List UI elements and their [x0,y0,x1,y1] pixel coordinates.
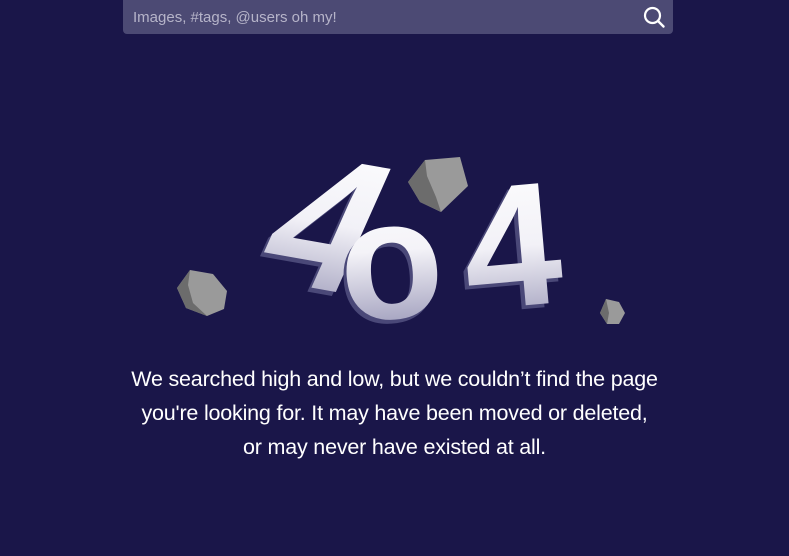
error-message-line: you're looking for. It may have been mov… [141,401,648,425]
404-illustration: 4 4 o o 4 4 [177,115,625,360]
rock-icon [600,299,625,324]
digit-char-3-face: 4 [455,145,569,348]
error-message-line: We searched high and low, but we couldn’… [131,367,658,391]
digit-char-2-face: o [333,162,450,359]
digit-o-middle: o o [330,162,450,360]
error-message: We searched high and low, but we couldn’… [60,362,729,464]
error-message-line: or may never have existed at all. [243,435,546,459]
digit-four-right: 4 4 [451,145,569,352]
rock-icon [177,270,227,316]
